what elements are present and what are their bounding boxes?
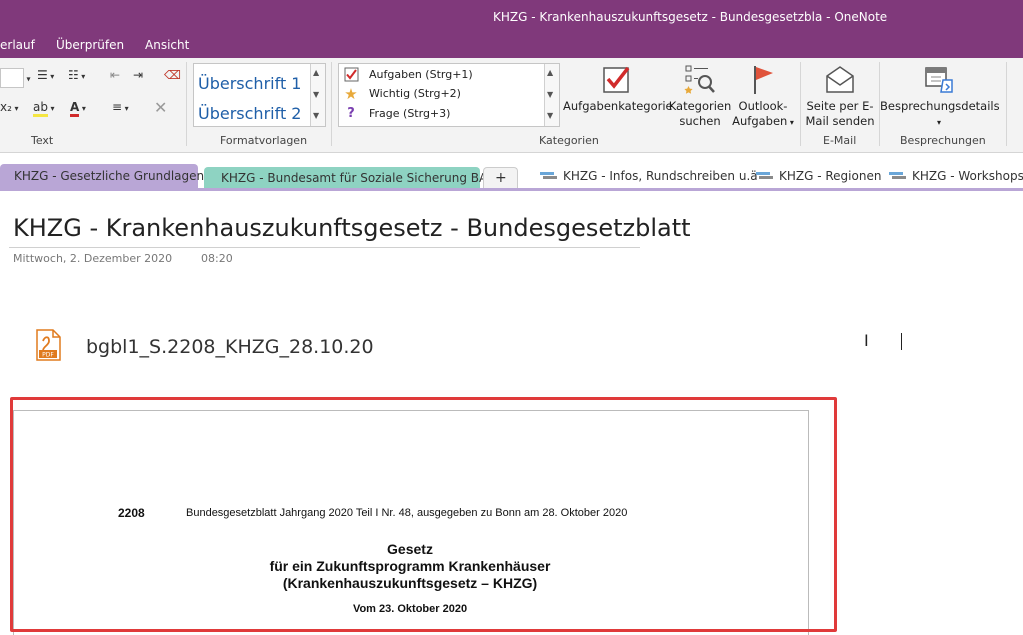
page-title[interactable]: KHZG - Krankenhauszukunftsgesetz - Bunde… [13,214,691,242]
group-divider [1006,62,1007,146]
section-group-icon [889,170,907,185]
group-label-tags: Kategorien [539,134,599,147]
numbered-list-icon[interactable]: ☷ ▾ [68,68,85,82]
group-label-email: E-Mail [823,134,857,147]
tag-category-button[interactable]: Aufgabenkategorie [563,62,673,114]
section-group-icon [756,170,774,185]
tag-item-frage[interactable]: ? Frage (Strg+3) [341,105,541,123]
section-tab-gesetzliche-grundlagen[interactable]: KHZG - Gesetzliche Grundlagen [0,164,204,188]
group-divider [186,62,187,146]
section-group-regionen[interactable]: KHZG - Regionen [756,164,882,188]
question-icon: ? [347,106,355,121]
highlight-frame [10,397,837,632]
page-time: 08:20 [201,252,233,265]
tags-gallery[interactable]: Aufgaben (Strg+1) ★ Wichtig (Strg+2) ? F… [338,63,560,127]
decrease-indent-icon[interactable]: ⇤ [110,68,120,82]
window-title: KHZG - Krankenhauszukunftsgesetz - Bunde… [493,10,888,24]
tab-ansicht[interactable]: Ansicht [145,38,189,52]
tab-verlauf[interactable]: erlauf [0,38,35,52]
tab-ueberpruefen[interactable]: Überprüfen [56,38,124,52]
dropdown-arrow-icon: ▾ [936,118,941,127]
tags-scroll[interactable]: ▲ ▼ ▼ [544,64,559,126]
section-group-icon [540,170,558,185]
styles-gallery[interactable]: Überschrift 1 Überschrift 2 ▲ ▼ ▼ [193,63,326,127]
envelope-icon [826,66,854,93]
group-label-styles: Formatvorlagen [220,134,308,147]
font-size-box[interactable]: ▾ [0,68,31,88]
highlight-icon[interactable]: ab ▾ [33,100,55,117]
tag-item-wichtig[interactable]: ★ Wichtig (Strg+2) [341,85,541,103]
meeting-details-button[interactable]: Besprechungsdetails ▾ [880,62,1000,130]
task-check-icon [603,66,630,93]
bullet-list-icon[interactable]: ☰ ▾ [37,68,54,82]
expand-gallery-icon[interactable]: ▼ [547,111,553,120]
section-tabs: KHZG - Gesetzliche Grundlagen KHZG - Bun… [0,161,1023,190]
expand-gallery-icon[interactable]: ▼ [313,111,319,120]
text-caret [901,333,902,350]
title-divider [9,247,640,248]
ribbon-tab-bar: erlauf Überprüfen Ansicht [0,35,1023,58]
ribbon: ▾ ☰ ▾ ☷ ▾ ⇤ ⇥ ⌫ x₂ ▾ ab ▾ A ▾ ≡ ▾ ✕ Text… [0,58,1023,153]
clear-formatting-icon[interactable]: ⌫ [164,68,181,82]
chevron-down-icon[interactable]: ▼ [313,90,319,99]
group-label-meetings: Besprechungen [900,134,986,147]
font-color-icon[interactable]: A ▾ [70,100,86,117]
email-page-button[interactable]: Seite per E- Mail senden [803,62,877,129]
style-heading-2[interactable]: Überschrift 2 [198,104,301,123]
text-cursor-icon: I [864,331,869,350]
tag-item-aufgaben[interactable]: Aufgaben (Strg+1) [341,66,541,84]
group-label-text: Text [31,134,54,147]
chevron-down-icon[interactable]: ▼ [547,90,553,99]
group-divider [331,62,332,146]
section-group-workshops[interactable]: KHZG - Workshops, P [889,164,1023,188]
flag-icon [754,66,773,94]
title-bar: KHZG - Krankenhauszukunftsgesetz - Bunde… [0,0,1023,35]
group-divider [800,62,801,146]
style-heading-1[interactable]: Überschrift 1 [198,74,301,93]
increase-indent-icon[interactable]: ⇥ [133,68,143,82]
section-tab-underline [0,188,1023,191]
add-section-button[interactable]: + [483,167,518,188]
chevron-up-icon[interactable]: ▲ [313,68,319,77]
outlook-tasks-button[interactable]: Outlook- Aufgaben ▾ [731,62,795,130]
delete-icon[interactable]: ✕ [154,98,167,117]
meeting-calendar-icon [925,67,953,93]
find-tags-button[interactable]: Kategorien suchen [668,62,732,129]
star-icon: ★ [344,85,358,103]
chevron-up-icon[interactable]: ▲ [547,68,553,77]
attachment-filename[interactable]: bgbl1_S.2208_KHZG_28.10.20 [86,336,374,358]
checkbox-icon [343,67,359,83]
styles-scroll[interactable]: ▲ ▼ ▼ [310,64,325,126]
find-tags-icon [684,65,715,94]
section-tab-bas[interactable]: KHZG - Bundesamt für Soziale Sicherung B… [204,167,495,188]
section-group-infos[interactable]: KHZG - Infos, Rundschreiben u.ä [540,164,758,188]
subscript-icon[interactable]: x₂ ▾ [0,100,18,114]
pdf-file-icon[interactable]: PDF [35,329,61,361]
svg-text:PDF: PDF [42,352,54,359]
page-date: Mittwoch, 2. Dezember 2020 [13,252,173,265]
align-icon[interactable]: ≡ ▾ [112,100,129,114]
